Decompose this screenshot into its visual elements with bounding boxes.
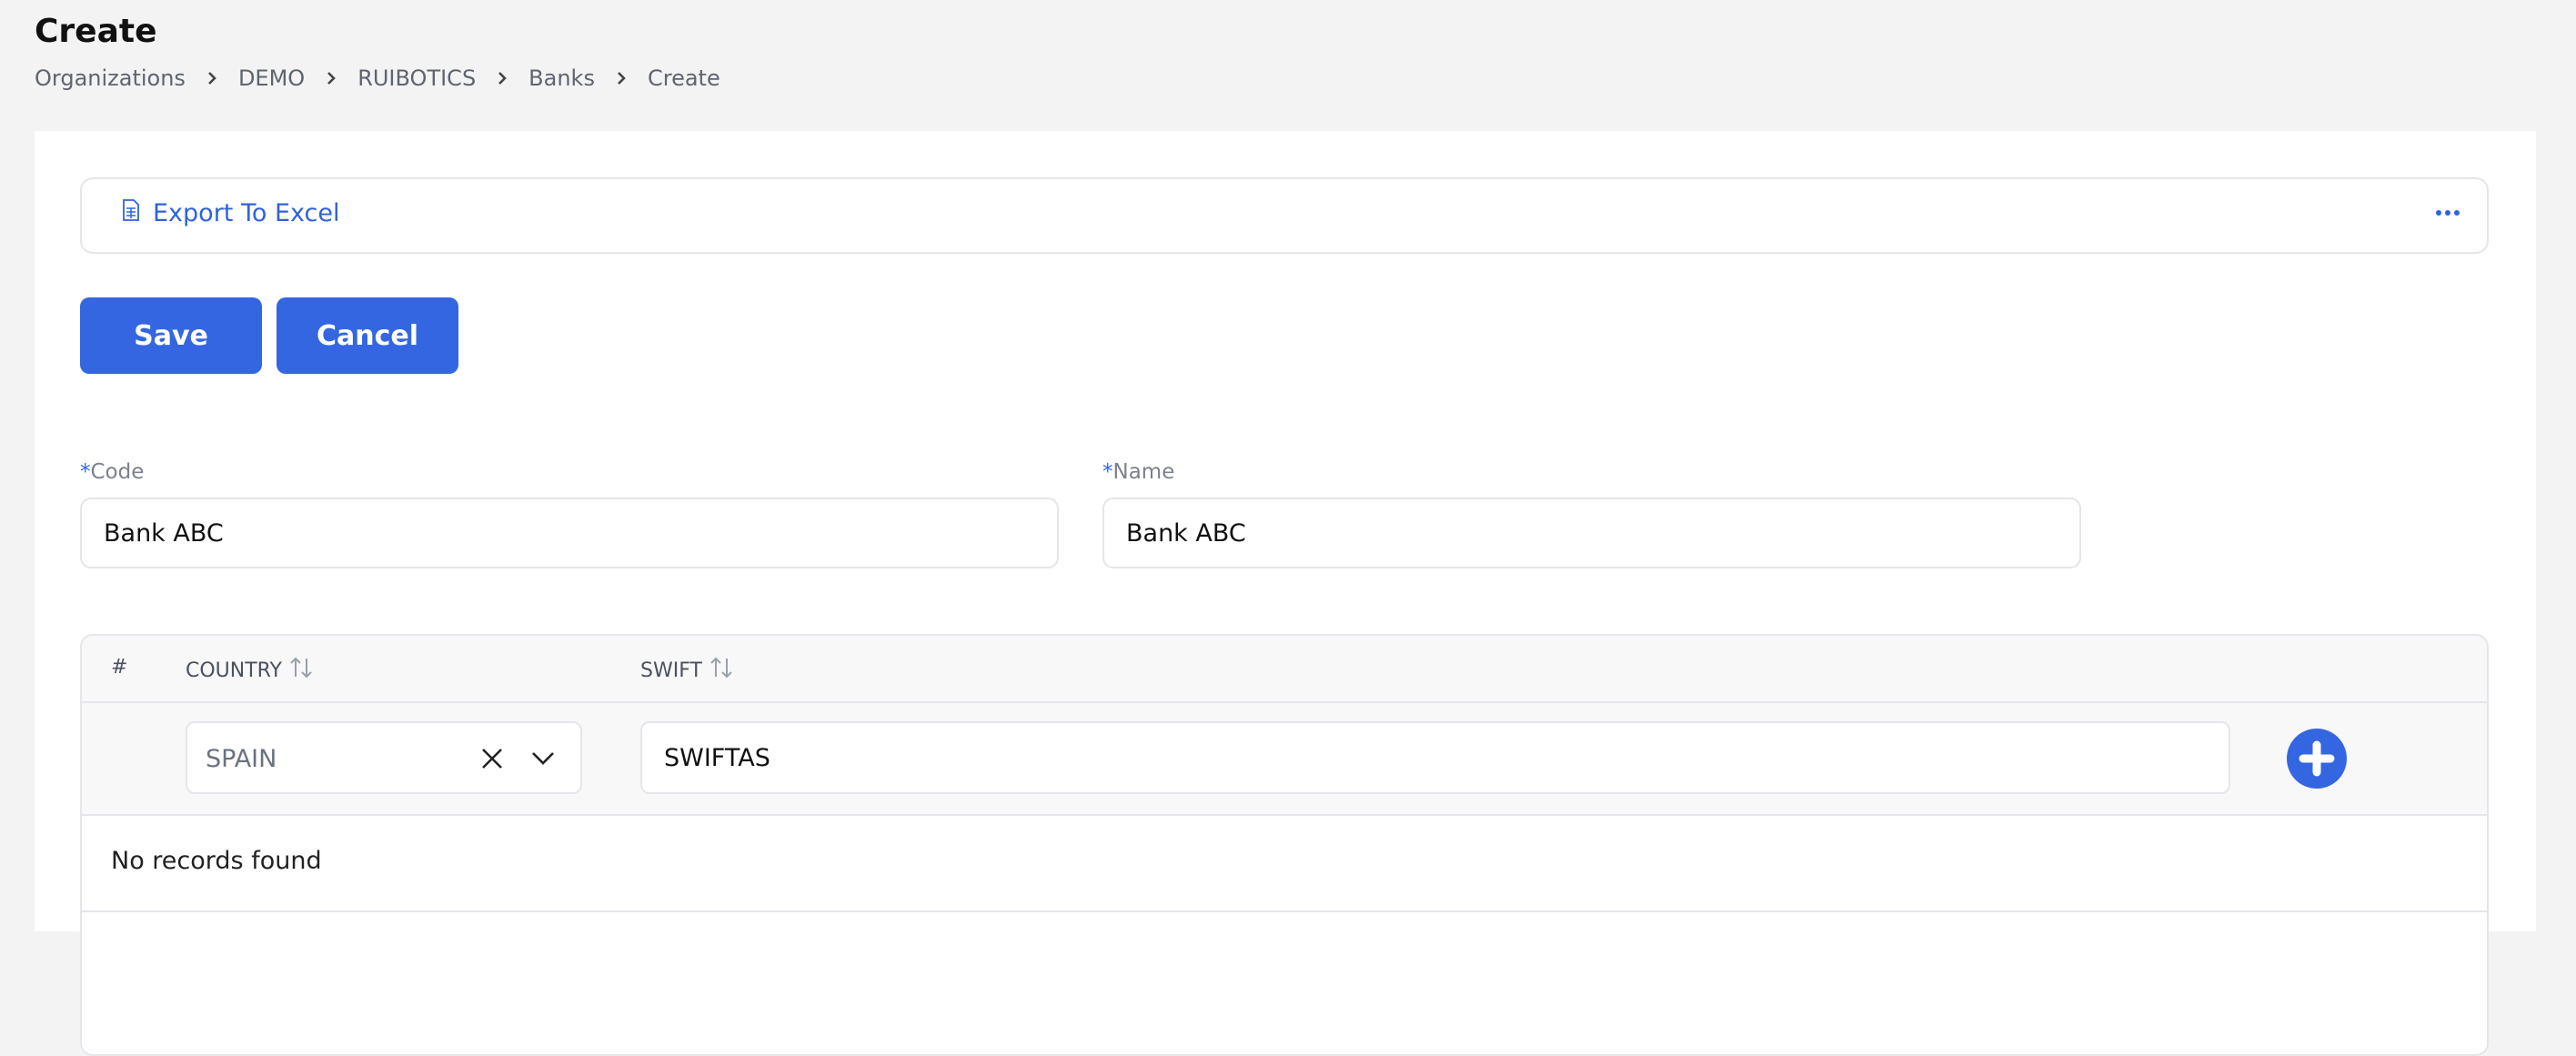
required-marker: * (1102, 460, 1113, 484)
column-header-country-label: COUNTRY (186, 659, 282, 682)
add-row-button[interactable] (2287, 729, 2347, 789)
code-field[interactable] (80, 498, 1059, 568)
name-field[interactable] (1102, 498, 2081, 568)
export-label: Export To Excel (153, 199, 340, 227)
name-label: *Name (1102, 460, 1174, 484)
clear-icon[interactable] (480, 747, 504, 774)
country-select-value: SPAIN (206, 745, 277, 773)
breadcrumb-item-demo[interactable]: DEMO (238, 65, 305, 91)
name-label-text: Name (1112, 460, 1175, 484)
chevron-right-icon (206, 72, 218, 85)
cancel-button[interactable]: Cancel (277, 297, 458, 374)
save-button[interactable]: Save (80, 297, 262, 374)
swift-input[interactable] (640, 721, 2230, 794)
empty-table-message: No records found (111, 847, 322, 875)
breadcrumb: Organizations DEMO RUIBOTICS Banks Creat… (35, 65, 720, 91)
breadcrumb-item-create: Create (647, 65, 720, 91)
export-to-excel-button[interactable]: Export To Excel (122, 199, 340, 227)
chevron-right-icon (496, 72, 508, 85)
sort-icon[interactable] (702, 656, 733, 685)
code-label-text: Code (90, 460, 145, 484)
breadcrumb-item-banks[interactable]: Banks (528, 65, 595, 91)
breadcrumb-item-organizations[interactable]: Organizations (35, 65, 186, 91)
toolbar: Export To Excel (80, 177, 2489, 254)
breadcrumb-item-ruibotics[interactable]: RUIBOTICS (357, 65, 476, 91)
chevron-right-icon (615, 72, 628, 85)
swift-table: # COUNTRY SWIFT SPAIN SWIFTAS No records… (80, 634, 2489, 1056)
chevron-right-icon (325, 72, 337, 85)
ellipsis-icon[interactable] (2436, 206, 2460, 219)
form-panel: Export To Excel Save Cancel *Code *Name … (35, 131, 2536, 1056)
spreadsheet-icon (122, 199, 153, 227)
sort-icon[interactable] (282, 656, 313, 685)
column-header-swift-label: SWIFT (640, 659, 702, 682)
chevron-down-icon[interactable] (531, 750, 555, 770)
column-header-swift[interactable]: SWIFT (640, 656, 733, 685)
column-header-index: # (111, 656, 128, 679)
row-divider (82, 910, 2487, 912)
new-row-editor: SPAIN (82, 703, 2487, 816)
required-marker: * (80, 460, 91, 484)
column-header-country[interactable]: COUNTRY (186, 656, 313, 685)
page-title: Create (35, 13, 157, 50)
plus-icon (2299, 740, 2335, 777)
table-header: # COUNTRY SWIFT (82, 636, 2487, 703)
code-label: *Code (80, 460, 144, 484)
country-select[interactable]: SPAIN (186, 721, 582, 794)
